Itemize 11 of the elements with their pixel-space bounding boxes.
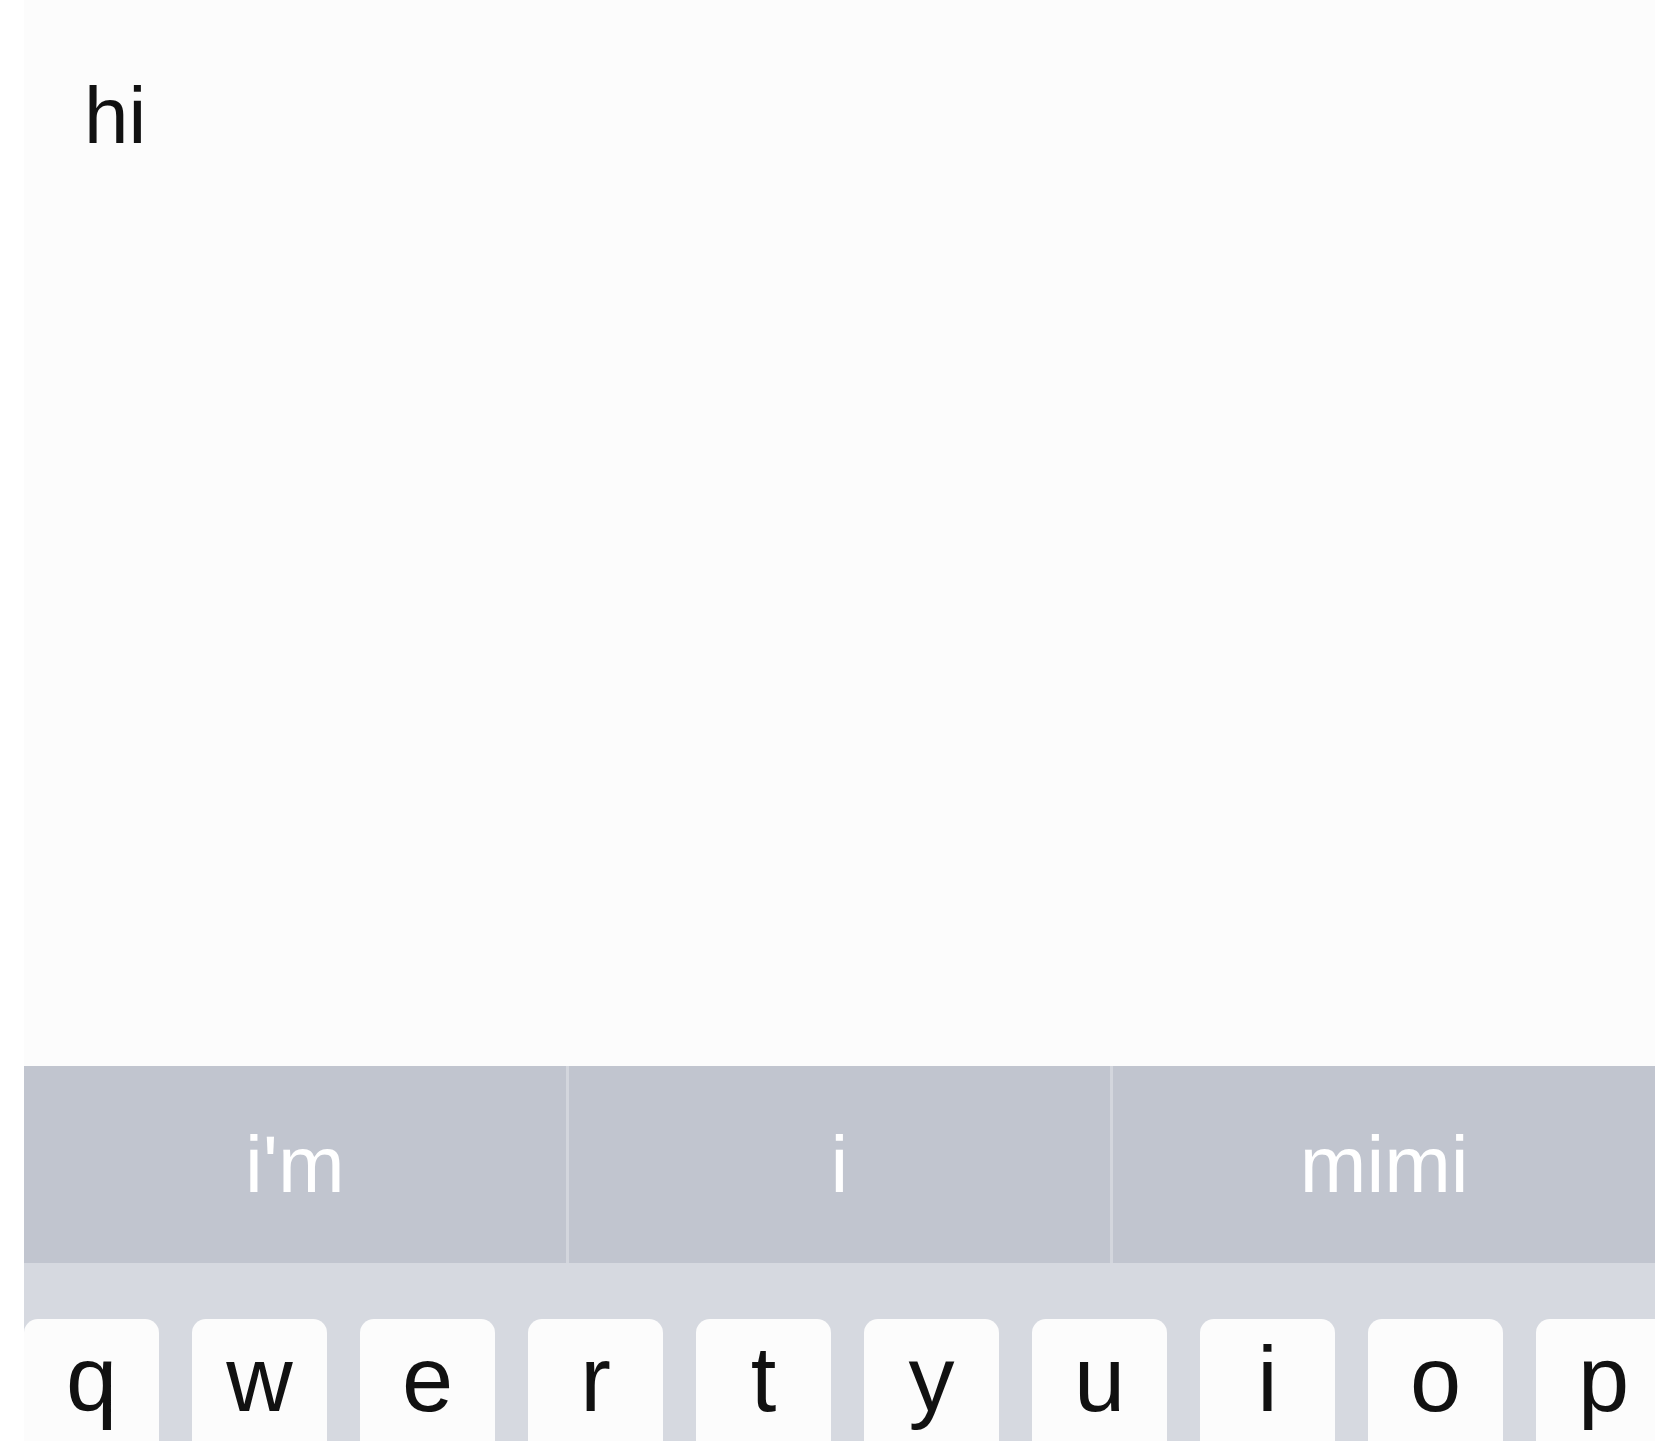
keyboard-key[interactable]: i — [1200, 1319, 1335, 1441]
keyboard-key[interactable]: p — [1536, 1319, 1655, 1441]
keyboard-key[interactable]: r — [528, 1319, 663, 1441]
keyboard-key[interactable]: o — [1368, 1319, 1503, 1441]
keyboard-key[interactable]: e — [360, 1319, 495, 1441]
keyboard-key[interactable]: u — [1032, 1319, 1167, 1441]
keyboard-key[interactable]: q — [24, 1319, 159, 1441]
keyboard-key[interactable]: w — [192, 1319, 327, 1441]
keyboard-key[interactable]: t — [696, 1319, 831, 1441]
keyboard-key[interactable]: y — [864, 1319, 999, 1441]
note-text: hi — [84, 72, 147, 160]
